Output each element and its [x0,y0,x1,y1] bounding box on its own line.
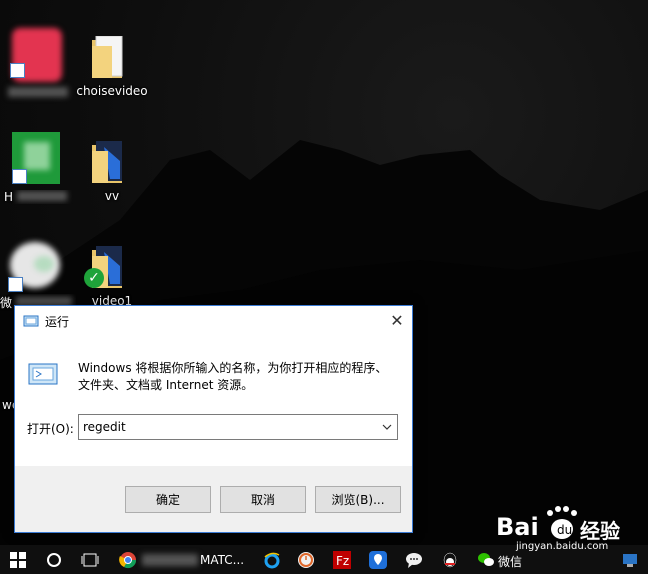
taskbar-qq[interactable] [436,545,464,574]
cortana-circle-icon [47,552,61,567]
jingyan-brand: 经验 [580,519,620,543]
dialog-body: Windows 将根据你所输入的名称，为你打开相应的程序、文件夹、文档或 Int… [15,336,412,466]
qq-penguin-icon [443,552,457,567]
wechat-icon [478,552,494,566]
cancel-button[interactable]: 取消 [220,486,306,513]
desktop-icon-red-app[interactable] [0,26,76,102]
chrome-icon [119,551,137,568]
run-icon [23,313,39,329]
wechat-app-icon [8,240,60,292]
shortcut-arrow-icon [8,277,23,292]
filezilla-icon: Fz [333,550,351,569]
browse-button[interactable]: 浏览(B)... [315,486,401,513]
close-button[interactable]: ✕ [382,306,412,336]
baidu-jingyan-watermark: du Bai 经验 jingyan.baidu.com [494,505,644,555]
cortana-button[interactable] [40,545,68,574]
taskbar-app-orange[interactable] [292,545,320,574]
desktop-icon-vv[interactable]: vv [74,135,150,211]
start-button[interactable] [4,545,32,574]
desktop-icon-green-app[interactable]: H [0,132,76,208]
blurred-taskbar-label [142,554,198,566]
open-label: 打开(O): [27,422,74,436]
watermark-url: jingyan.baidu.com [516,541,609,552]
shortcut-arrow-icon [12,169,27,184]
taskbar-wechat-label[interactable]: 微信 [498,553,522,570]
taskbar-matlab-label[interactable]: MATC... [200,553,244,567]
folder-icon [90,35,126,80]
taskbar-chrome[interactable] [114,545,142,574]
desktop-icon-choisevideo[interactable]: choisevideo [74,30,150,106]
task-view-icon [81,553,99,566]
baidu-brand: Bai [496,513,539,541]
clock-app-icon [298,551,314,568]
red-app-icon [10,26,62,82]
shortcut-arrow-icon [10,63,25,78]
internet-explorer-icon [264,552,280,568]
desktop-icon-label [0,86,76,100]
chat-bubble-icon [406,552,422,568]
green-app-icon [12,132,64,184]
taskbar-filezilla[interactable]: Fz [328,545,356,574]
taskbar-maps[interactable] [364,545,392,574]
command-input[interactable] [83,418,373,436]
windows-logo-icon [10,551,26,568]
dialog-title: 运行 [45,315,70,329]
folder-icon [90,141,126,185]
desktop-icon-label: choisevideo [76,84,148,98]
command-combobox[interactable] [78,414,398,440]
taskbar-chat[interactable] [400,545,428,574]
desktop-icon-label: H [0,190,80,204]
ok-button[interactable]: 确定 [125,486,211,513]
svg-text:Fz: Fz [336,554,349,568]
dialog-description: Windows 将根据你所输入的名称，为你打开相应的程序、文件夹、文档或 Int… [78,361,388,392]
chevron-down-icon[interactable] [379,418,395,436]
sync-check-icon: ✓ [84,268,104,288]
location-pin-icon [369,550,387,569]
run-dialog: 运行 ✕ Windows 将根据你所输入的名称，为你打开相应的程序、文件夹、文档… [14,305,413,533]
svg-text:du: du [557,523,572,537]
taskbar-ie[interactable] [258,545,286,574]
dialog-titlebar[interactable]: 运行 ✕ [15,306,412,336]
run-program-icon [27,358,59,390]
desktop-icon-label: vv [104,189,120,203]
task-view-button[interactable] [76,545,104,574]
